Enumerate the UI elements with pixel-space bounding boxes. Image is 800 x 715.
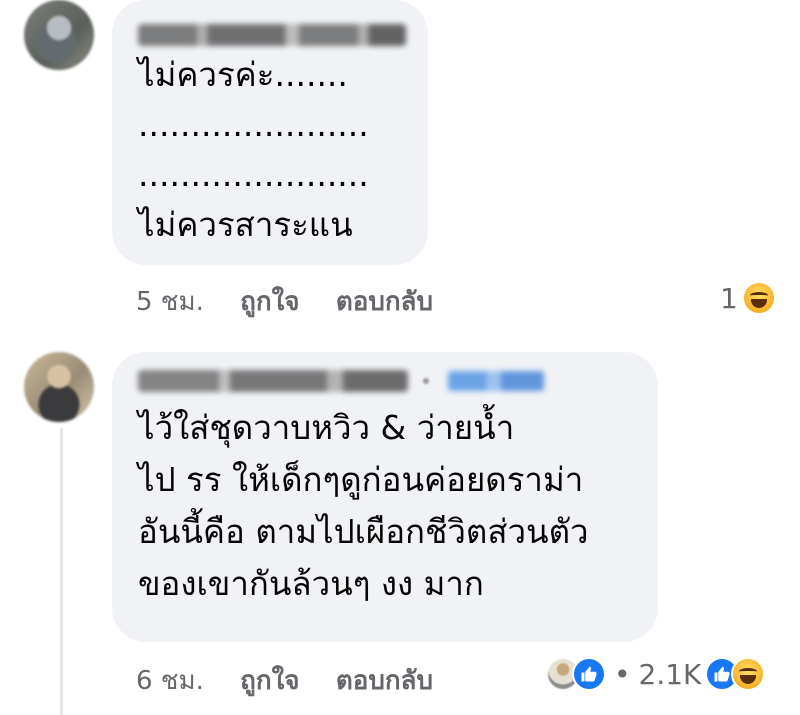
author-name-blurred[interactable] (138, 14, 406, 46)
separator: • (614, 657, 631, 691)
author-name[interactable] (138, 24, 406, 46)
reply-button[interactable]: ตอบกลับ (336, 666, 433, 696)
avatar[interactable] (24, 0, 94, 70)
like-button[interactable]: ถูกใจ (240, 287, 299, 317)
like-button[interactable]: ถูกใจ (240, 666, 299, 696)
reactions-summary[interactable]: 1 (720, 281, 776, 315)
comment-bubble: ไม่ควรค่ะ....... ...................... … (112, 0, 428, 265)
comment-line: อันนี้คือ ตามไปเผือกชีวิตส่วนตัว (138, 512, 589, 551)
reply-button[interactable]: ตอบกลับ (336, 287, 433, 317)
avatar[interactable] (24, 352, 94, 422)
reaction-count: 2.1K (638, 657, 702, 691)
haha-icon (741, 281, 776, 315)
comment-line: ไว้ใส่ชุดวาบหวิว & ว่ายน้ำ (138, 408, 515, 447)
comment-actions: 6 ชม. ถูกใจ ตอบกลับ (136, 660, 461, 701)
author-name[interactable] (138, 370, 408, 392)
comment-line: ...................... (138, 155, 369, 194)
reaction-count: 1 (720, 281, 738, 315)
comment-time[interactable]: 6 ชม. (136, 666, 204, 696)
comment-line: ของเขากันล้วนๆ งง มาก (138, 564, 484, 603)
comment-line: ไม่ควรค่ะ....... (138, 55, 348, 94)
author-row (138, 370, 632, 392)
haha-icon (731, 657, 766, 691)
comment-line: ...................... (138, 105, 369, 144)
comment-bubble: ไว้ใส่ชุดวาบหวิว & ว่ายน้ำ ไป รร ให้เด็ก… (112, 352, 658, 642)
thread-line (60, 428, 63, 715)
comment-time[interactable]: 5 ชม. (136, 287, 204, 317)
comment-line: ไป รร ให้เด็กๆดูก่อนค่อยดราม่า (138, 460, 584, 499)
comment-actions: 5 ชม. ถูกใจ ตอบกลับ (136, 281, 461, 322)
comment-line: ไม่ควรสาระแน (138, 205, 353, 244)
like-icon (572, 657, 606, 691)
comment-text: ไว้ใส่ชุดวาบหวิว & ว่ายน้ำ ไป รร ให้เด็ก… (138, 402, 632, 610)
reactions-summary[interactable]: • 2.1K (548, 657, 766, 691)
comment-text: ไม่ควรค่ะ....... ...................... … (138, 50, 402, 250)
author-badge[interactable] (448, 371, 545, 391)
separator-dot (423, 378, 430, 384)
